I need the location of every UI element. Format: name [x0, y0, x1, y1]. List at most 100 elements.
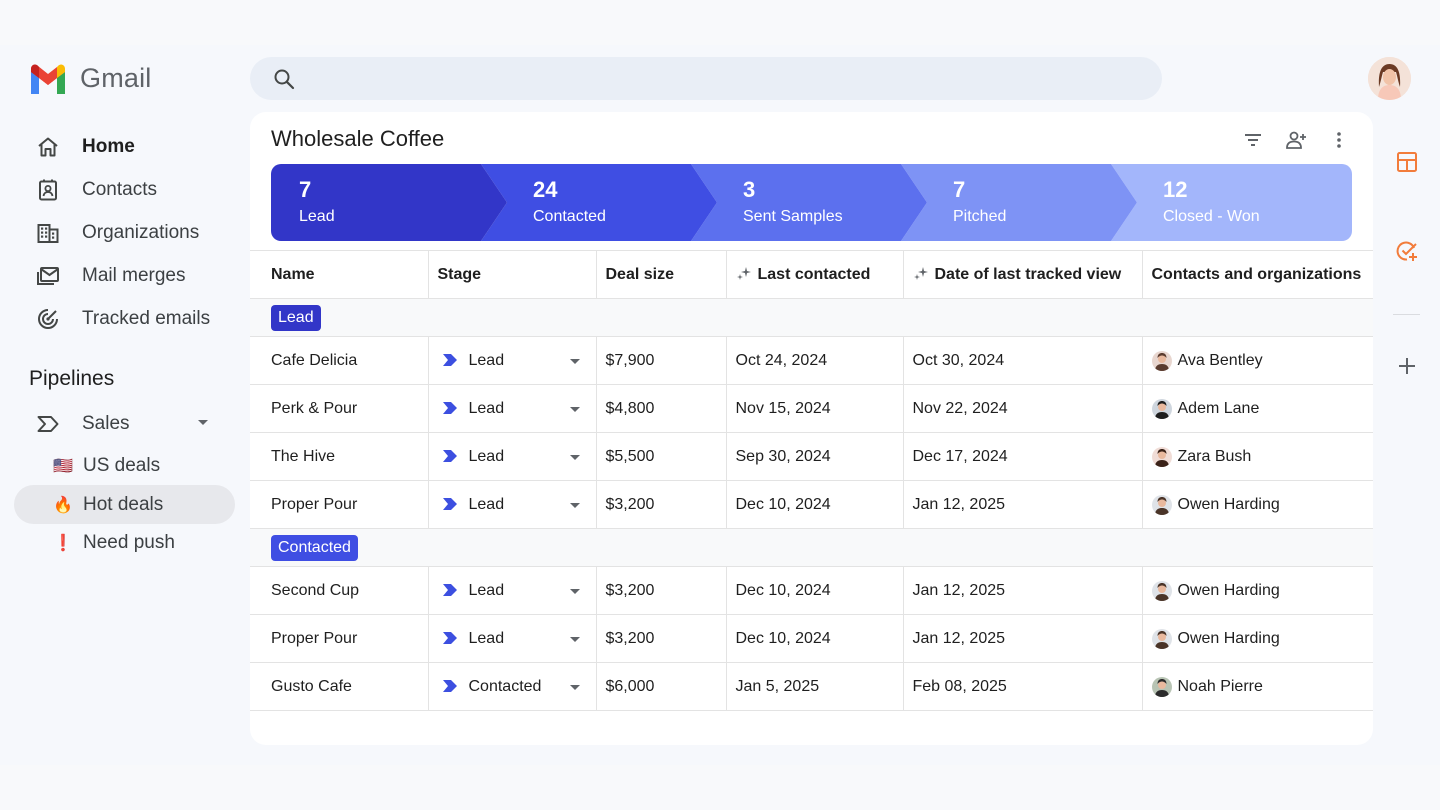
- table-row[interactable]: Second Cup Lead $3,200 Dec 10, 2024 Jan 12, …: [250, 566, 1374, 615]
- stage-lead[interactable]: 7 Lead: [299, 164, 479, 241]
- stage-closed-won[interactable]: 12 Closed - Won: [1163, 164, 1343, 241]
- deal-name-cell[interactable]: Perk & Pour: [250, 384, 429, 433]
- column-header-stage[interactable]: Stage: [428, 250, 597, 299]
- column-header-label: Last contacted: [757, 265, 871, 283]
- last-contacted-cell: Dec 10, 2024: [726, 566, 904, 615]
- chevron-down-icon[interactable]: [569, 359, 580, 364]
- contact-chip[interactable]: Owen Harding: [1151, 628, 1374, 649]
- stage-value: Lead: [468, 629, 505, 647]
- stage-value: Lead: [468, 399, 505, 417]
- chevron-down-icon[interactable]: [569, 637, 580, 642]
- table-row[interactable]: Cafe Delicia Lead $7,900 Oct 24, 2024 Oct 30…: [250, 336, 1374, 385]
- contact-chip[interactable]: Adem Lane: [1151, 398, 1374, 419]
- rail-layout-button[interactable]: [1390, 151, 1424, 173]
- last-tracked-view-cell: Jan 12, 2025: [903, 480, 1143, 529]
- sidebar-item-organizations[interactable]: Organizations: [14, 211, 236, 254]
- contact-cell[interactable]: Zara Bush: [1142, 432, 1374, 481]
- stage-value: Lead: [468, 581, 505, 599]
- layout-icon: [1397, 152, 1417, 172]
- sidebar-item-tracked-emails[interactable]: Tracked emails: [14, 297, 236, 340]
- stage-select[interactable]: Lead: [428, 614, 597, 663]
- chevron-down-icon[interactable]: [569, 455, 580, 460]
- chevron-down-icon[interactable]: [198, 420, 208, 425]
- account-avatar[interactable]: [1368, 57, 1411, 100]
- stage-count: 7: [953, 177, 966, 202]
- rail-add-button[interactable]: [1390, 356, 1424, 376]
- group-badge[interactable]: Lead: [271, 304, 321, 331]
- chevron-down-icon[interactable]: [569, 685, 580, 690]
- chevron-down-icon[interactable]: [569, 503, 580, 508]
- chevron-down-icon[interactable]: [569, 407, 580, 412]
- deal-name-cell[interactable]: Proper Pour: [250, 614, 429, 663]
- filter-button[interactable]: [1239, 126, 1267, 154]
- deal-name-cell[interactable]: Cafe Delicia: [250, 336, 429, 385]
- chevron-down-icon[interactable]: [569, 589, 580, 594]
- deal-name-cell[interactable]: Second Cup: [250, 566, 429, 615]
- contact-cell[interactable]: Noah Pierre: [1142, 662, 1374, 711]
- column-header-name[interactable]: Name: [250, 250, 429, 299]
- stage-pitched[interactable]: 7 Pitched: [953, 164, 1133, 241]
- sidebar-item-need-push[interactable]: ❗ Need push: [14, 523, 235, 562]
- sidebar-item-home[interactable]: Home: [14, 125, 236, 168]
- deal-name-cell[interactable]: Proper Pour: [250, 480, 429, 529]
- column-header-last-tracked-view[interactable]: Date of last tracked view: [903, 250, 1143, 299]
- home-icon: [34, 133, 62, 161]
- table-row[interactable]: Gusto Cafe Contacted $6,000 Jan 5, 2025 Feb …: [250, 662, 1374, 711]
- contact-cell[interactable]: Owen Harding: [1142, 566, 1374, 615]
- last-contacted-cell: Oct 24, 2024: [726, 336, 904, 385]
- stage-select[interactable]: Lead: [428, 566, 597, 615]
- sidebar-item-contacts[interactable]: Contacts: [14, 168, 236, 211]
- exclamation-icon: ❗: [53, 534, 73, 552]
- gmail-logo[interactable]: Gmail: [28, 63, 152, 94]
- task-add-icon: [1396, 241, 1417, 261]
- contact-chip[interactable]: Noah Pierre: [1151, 676, 1374, 697]
- search-icon[interactable]: [272, 67, 296, 91]
- column-header-deal-size[interactable]: Deal size: [596, 250, 727, 299]
- add-person-button[interactable]: [1282, 126, 1310, 154]
- contact-chip[interactable]: Owen Harding: [1151, 494, 1374, 515]
- sidebar-item-sales[interactable]: Sales: [14, 402, 236, 445]
- contacts-icon: [34, 176, 62, 204]
- contact-chip[interactable]: Zara Bush: [1151, 446, 1374, 467]
- sidebar-item-mail-merges[interactable]: Mail merges: [14, 254, 236, 297]
- contact-cell[interactable]: Ava Bentley: [1142, 336, 1374, 385]
- contact-name: Owen Harding: [1177, 495, 1280, 513]
- stage-select[interactable]: Lead: [428, 336, 597, 385]
- table-row[interactable]: The Hive Lead $5,500 Sep 30, 2024 Dec 17, 20…: [250, 432, 1374, 481]
- column-header-contacts[interactable]: Contacts and organizations: [1142, 250, 1373, 299]
- stage-select[interactable]: Lead: [428, 384, 597, 433]
- sidebar-item-label: Contacts: [82, 178, 157, 200]
- sidebar-item-hot-deals[interactable]: 🔥 Hot deals: [14, 485, 235, 524]
- search-input[interactable]: [312, 57, 1142, 100]
- table-row[interactable]: Proper Pour Lead $3,200 Dec 10, 2024 Jan 12,…: [250, 614, 1374, 663]
- sidebar-item-label: Organizations: [82, 221, 200, 243]
- contact-chip[interactable]: Ava Bentley: [1151, 350, 1374, 371]
- stage-count: 3: [743, 177, 756, 202]
- contact-cell[interactable]: Adem Lane: [1142, 384, 1374, 433]
- stage-select[interactable]: Contacted: [428, 662, 597, 711]
- deal-name-cell[interactable]: The Hive: [250, 432, 429, 481]
- contact-cell[interactable]: Owen Harding: [1142, 614, 1374, 663]
- contact-name: Zara Bush: [1177, 447, 1252, 465]
- tracked-emails-icon: [34, 305, 62, 333]
- deal-size-cell: $3,200: [596, 566, 727, 615]
- rail-divider: [1393, 314, 1420, 315]
- column-header-last-contacted[interactable]: Last contacted: [726, 250, 904, 299]
- stage-select[interactable]: Lead: [428, 432, 597, 481]
- group-badge[interactable]: Contacted: [271, 534, 358, 561]
- stage-select[interactable]: Lead: [428, 480, 597, 529]
- stage-contacted[interactable]: 24 Contacted: [533, 164, 713, 241]
- deals-table: Name Stage Deal size Last contacted Date…: [250, 250, 1373, 711]
- table-row[interactable]: Proper Pour Lead $3,200 Dec 10, 2024 Jan 12,…: [250, 480, 1374, 529]
- stage-sent-samples[interactable]: 3 Sent Samples: [743, 164, 923, 241]
- more-options-button[interactable]: [1325, 126, 1353, 154]
- last-tracked-view-cell: Jan 12, 2025: [903, 614, 1143, 663]
- table-row[interactable]: Perk & Pour Lead $4,800 Nov 15, 2024 Nov 22,…: [250, 384, 1374, 433]
- search-bar[interactable]: [250, 57, 1162, 100]
- avatar: [1151, 628, 1172, 649]
- deal-name-cell[interactable]: Gusto Cafe: [250, 662, 429, 711]
- sidebar-item-us-deals[interactable]: 🇺🇸 US deals: [14, 446, 235, 485]
- contact-chip[interactable]: Owen Harding: [1151, 580, 1374, 601]
- contact-cell[interactable]: Owen Harding: [1142, 480, 1374, 529]
- rail-tasks-button[interactable]: [1390, 239, 1424, 263]
